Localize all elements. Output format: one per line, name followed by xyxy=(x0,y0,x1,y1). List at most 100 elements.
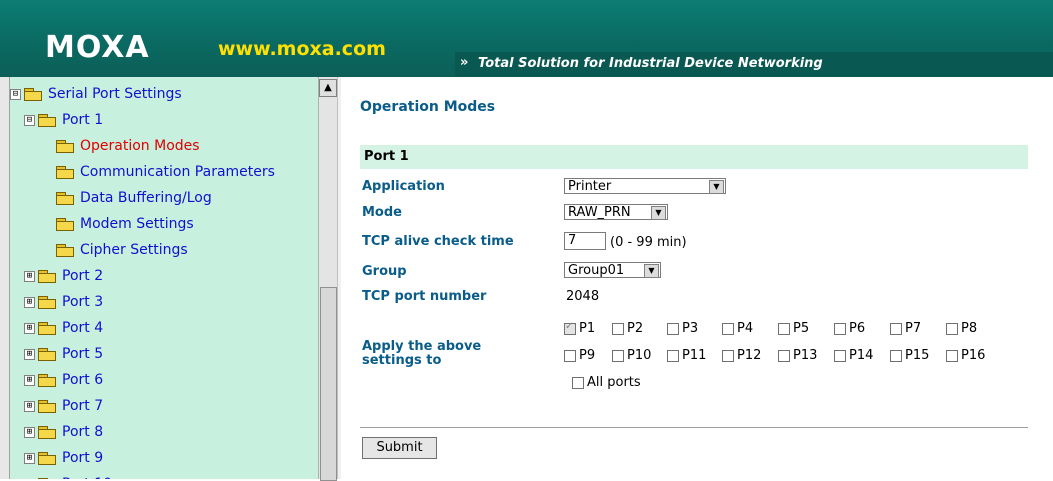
sidebar-item-label: Modem Settings xyxy=(80,216,194,232)
group-value: Group01 xyxy=(568,263,625,278)
expand-icon[interactable]: ⊞ xyxy=(24,452,35,464)
port-checkbox-p9[interactable]: P9 xyxy=(564,348,595,363)
folder-icon xyxy=(38,374,56,387)
sidebar-item-port-7[interactable]: ⊞ Port 7 xyxy=(24,397,103,415)
header-banner: MOXA www.moxa.com » Total Solution for I… xyxy=(0,0,1053,77)
folder-icon xyxy=(56,140,74,153)
checkbox-box[interactable] xyxy=(890,349,902,362)
checkbox-box[interactable] xyxy=(834,322,846,335)
sidebar-item-cipher-settings[interactable]: Cipher Settings xyxy=(44,241,188,259)
checkbox-box[interactable] xyxy=(572,376,584,389)
checkbox-box[interactable] xyxy=(778,322,790,335)
sidebar-item-label: Data Buffering/Log xyxy=(80,190,212,206)
group-select[interactable]: Group01 ▼ xyxy=(564,262,661,278)
main-content: Operation Modes Port 1 Application Print… xyxy=(340,77,1053,479)
port-checkbox-p8[interactable]: P8 xyxy=(946,321,977,336)
expand-icon[interactable]: ⊞ xyxy=(24,400,35,412)
checkbox-box[interactable] xyxy=(946,349,958,362)
checkbox-box[interactable] xyxy=(946,322,958,335)
checkbox-box[interactable] xyxy=(667,322,679,335)
checkbox-box[interactable] xyxy=(722,322,734,335)
sidebar-item-port-2[interactable]: ⊞ Port 2 xyxy=(24,267,103,285)
checkbox-box[interactable] xyxy=(667,349,679,362)
port-checkbox-p3[interactable]: P3 xyxy=(667,321,698,336)
expand-icon[interactable]: ⊞ xyxy=(24,426,35,438)
tcp-alive-input[interactable]: 7 xyxy=(564,232,606,250)
moxa-logo: MOXA xyxy=(45,30,150,65)
checkbox-box[interactable] xyxy=(722,349,734,362)
port-label: P13 xyxy=(793,348,818,363)
expand-icon[interactable]: ⊞ xyxy=(24,374,35,386)
collapse-icon[interactable]: ⊟ xyxy=(24,114,35,126)
sidebar-item-label: Cipher Settings xyxy=(80,242,188,258)
sidebar-item-communication-parameters[interactable]: Communication Parameters xyxy=(44,163,275,181)
sidebar-item-port-5[interactable]: ⊞ Port 5 xyxy=(24,345,103,363)
sidebar-item-port-9[interactable]: ⊞ Port 9 xyxy=(24,449,103,467)
folder-icon xyxy=(24,88,42,101)
sidebar-item-operation-modes[interactable]: Operation Modes xyxy=(44,137,200,155)
sidebar-item-port-3[interactable]: ⊞ Port 3 xyxy=(24,293,103,311)
port-label: P4 xyxy=(737,321,754,336)
port-checkbox-p4[interactable]: P4 xyxy=(722,321,753,336)
checkbox-box[interactable] xyxy=(612,322,624,335)
all-ports-checkbox[interactable]: All ports xyxy=(572,375,641,390)
mode-select[interactable]: RAW_PRN ▼ xyxy=(564,204,668,220)
port-checkbox-p11[interactable]: P11 xyxy=(667,348,706,363)
port-checkbox-p16[interactable]: P16 xyxy=(946,348,985,363)
port-checkbox-p7[interactable]: P7 xyxy=(890,321,921,336)
sidebar-item-port-1[interactable]: ⊟ Port 1 xyxy=(24,111,103,129)
expand-icon[interactable]: ⊞ xyxy=(24,270,35,282)
scroll-thumb[interactable] xyxy=(320,287,337,481)
folder-icon xyxy=(38,114,56,127)
sidebar-item-port-8[interactable]: ⊞ Port 8 xyxy=(24,423,103,441)
port-checkbox-p2[interactable]: P2 xyxy=(612,321,643,336)
expand-icon[interactable]: ⊞ xyxy=(24,296,35,308)
sidebar-item-data-buffering-log[interactable]: Data Buffering/Log xyxy=(44,189,212,207)
checkbox-box[interactable] xyxy=(612,349,624,362)
sidebar-item-label: Port 3 xyxy=(62,294,104,310)
sidebar-item-modem-settings[interactable]: Modem Settings xyxy=(44,215,194,233)
expand-icon[interactable]: ⊞ xyxy=(24,348,35,360)
dropdown-arrow-icon: ▼ xyxy=(709,180,724,194)
port-checkbox-p13[interactable]: P13 xyxy=(778,348,817,363)
moxa-url[interactable]: www.moxa.com xyxy=(218,38,386,60)
port-checkbox-p5[interactable]: P5 xyxy=(778,321,809,336)
tagline: Total Solution for Industrial Device Net… xyxy=(478,56,823,71)
port-label: P2 xyxy=(627,321,644,336)
section-header: Port 1 xyxy=(360,145,1028,169)
port-checkbox-p12[interactable]: P12 xyxy=(722,348,761,363)
port-label: P11 xyxy=(682,348,707,363)
folder-icon xyxy=(38,452,56,465)
sidebar-item-port-10[interactable]: ⊞Port 10 xyxy=(24,475,112,479)
port-label: P9 xyxy=(579,348,596,363)
port-checkbox-p14[interactable]: P14 xyxy=(834,348,873,363)
expand-icon[interactable]: ⊞ xyxy=(24,322,35,334)
application-select[interactable]: Printer ▼ xyxy=(564,178,726,194)
sidebar-item-label: Port 2 xyxy=(62,268,104,284)
port-label: P5 xyxy=(793,321,810,336)
port-checkbox-p6[interactable]: P6 xyxy=(834,321,865,336)
sidebar-item-serial-port-settings[interactable]: ⊟ Serial Port Settings xyxy=(10,85,182,103)
scroll-up-icon[interactable]: ▲ xyxy=(319,79,337,97)
checkbox-box[interactable] xyxy=(778,349,790,362)
port-checkbox-p10[interactable]: P10 xyxy=(612,348,651,363)
application-value: Printer xyxy=(568,179,612,194)
checkbox-box[interactable] xyxy=(564,321,576,335)
checkbox-box[interactable] xyxy=(890,322,902,335)
checkbox-box[interactable] xyxy=(564,349,576,362)
sidebar-item-port-6[interactable]: ⊞ Port 6 xyxy=(24,371,103,389)
port-label: P12 xyxy=(737,348,762,363)
port-checkbox-p1[interactable]: P1 xyxy=(564,321,595,336)
sidebar-scrollbar[interactable]: ▲ xyxy=(318,77,337,481)
port-checkbox-p15[interactable]: P15 xyxy=(890,348,929,363)
page-title: Operation Modes xyxy=(360,99,496,115)
port-label: P8 xyxy=(961,321,978,336)
checkbox-box[interactable] xyxy=(834,349,846,362)
chevron-icon: » xyxy=(460,55,469,70)
submit-button[interactable]: Submit xyxy=(362,437,437,459)
divider xyxy=(360,427,1028,428)
folder-icon xyxy=(38,426,56,439)
sidebar-item-port-4[interactable]: ⊞ Port 4 xyxy=(24,319,103,337)
sidebar-item-label: Port 5 xyxy=(62,346,104,362)
collapse-icon[interactable]: ⊟ xyxy=(10,88,21,100)
